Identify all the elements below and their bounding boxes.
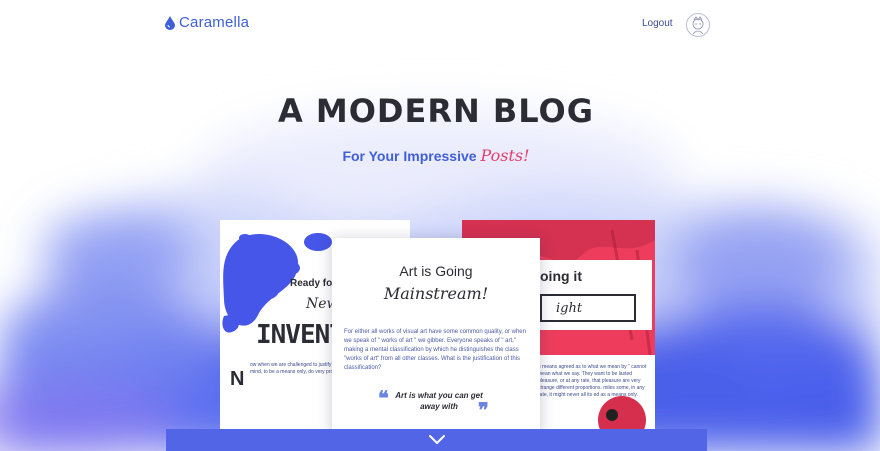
- page-title: A MODERN BLOG: [277, 92, 595, 130]
- card-right-body: e means agreed as to what we mean by " c…: [538, 364, 647, 398]
- chevron-down-icon[interactable]: [427, 434, 447, 446]
- logout-link[interactable]: Logout: [642, 18, 673, 29]
- brand-name: Caramella: [179, 14, 250, 31]
- blog-card-featured[interactable]: Art is Going Mainstream! For either all …: [332, 238, 540, 433]
- card-featured-script: Mainstream!: [383, 284, 489, 303]
- card-right-title: oing it: [540, 268, 582, 284]
- hero-subtitle-script: Posts!: [480, 146, 530, 165]
- card-left-dropcap: N: [230, 368, 245, 390]
- hero-subtitle: For Your Impressive Posts!: [0, 146, 872, 165]
- avatar[interactable]: [686, 13, 710, 37]
- card-featured-quote: Art is what you can get away with: [395, 391, 483, 411]
- card-featured-body: For either all works of visual art have …: [344, 329, 526, 371]
- card-featured-title: Art is Going: [399, 263, 473, 279]
- brand-logo[interactable]: Caramella: [165, 14, 249, 31]
- hero-subtitle-text: For Your Impressive: [342, 148, 477, 164]
- quote-open-icon: ❝: [378, 388, 389, 410]
- quote-close-icon: ❞: [478, 400, 489, 422]
- card-right-title-box: oing it ight: [532, 260, 652, 330]
- card-right-script: ight: [540, 294, 636, 322]
- card-left-heading: Ready fo: [290, 278, 333, 289]
- top-navigation: Caramella Logout: [0, 0, 880, 50]
- droplet-icon: [165, 15, 175, 30]
- avatar-icon: [692, 16, 704, 35]
